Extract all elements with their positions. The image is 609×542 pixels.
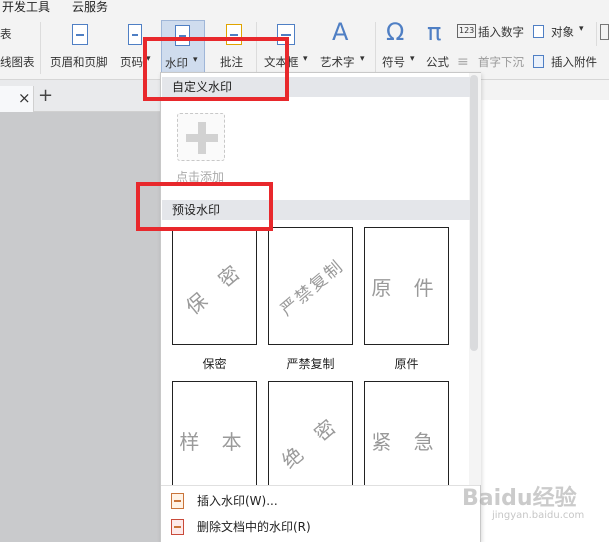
symbol-dropdown-icon: ▾ <box>410 54 415 64</box>
preset-watermark-card[interactable]: 严禁复制 <box>268 227 353 345</box>
highlight-box-watermark <box>143 37 289 101</box>
preset-watermark-card[interactable]: 绝 密 <box>268 381 353 499</box>
ribbon-separator <box>40 22 41 74</box>
preset-watermark-caption: 原件 <box>394 357 419 371</box>
ribbon-left-cut-top[interactable]: 表 <box>0 26 12 42</box>
preset-watermark-text: 严禁复制 <box>276 255 348 321</box>
omega-icon: Ω <box>386 18 405 46</box>
baidu-logo: Baidu经验 <box>462 486 577 511</box>
preset-watermark-text: 原 件 <box>371 275 442 300</box>
formula-button[interactable]: π 公式 <box>424 18 454 74</box>
add-tab-icon[interactable]: + <box>38 85 53 106</box>
object-dropdown-icon: ▾ <box>579 24 584 34</box>
symbol-button[interactable]: Ω 符号 ▾ <box>380 18 420 74</box>
ribbon-separator <box>375 22 376 74</box>
wordart-dropdown-icon: ▾ <box>360 54 365 64</box>
workspace-background <box>0 112 160 542</box>
object-label: 对象 <box>551 25 574 39</box>
insert-number-label: 插入数字 <box>478 25 524 39</box>
insert-watermark-menu-item[interactable]: 插入水印(W)... <box>171 491 278 511</box>
object-button[interactable]: 对象 ▾ <box>533 24 593 42</box>
preset-watermark-text: 绝 密 <box>276 409 347 473</box>
preset-watermark-card[interactable]: 样 本 <box>172 381 257 499</box>
insert-attachment-label: 插入附件 <box>551 55 597 69</box>
scrollbar-thumb[interactable] <box>470 75 478 351</box>
header-footer-icon <box>72 24 88 45</box>
page-number-icon <box>128 24 142 45</box>
ribbon-left-cut-bottom[interactable]: 线图表 <box>0 54 35 70</box>
watermark-dropdown-panel: 自定义水印 点击添加 预设水印 保 密 保密 严禁复制 严禁复制 原 件 原件 … <box>160 72 481 542</box>
delete-watermark-label: 删除文档中的水印(R) <box>197 520 311 534</box>
menu-developer-tools[interactable]: 开发工具 <box>2 0 50 14</box>
document-tab[interactable]: × <box>0 86 34 112</box>
preset-watermark-caption: 保密 <box>202 357 227 371</box>
formula-label: 公式 <box>426 55 449 69</box>
preset-watermark-caption: 严禁复制 <box>286 357 335 371</box>
document-page[interactable] <box>480 100 609 542</box>
add-custom-watermark-button[interactable] <box>177 113 225 161</box>
attachment-icon <box>533 55 544 68</box>
pi-icon: π <box>427 18 442 46</box>
drop-cap-label: 首字下沉 <box>478 55 524 69</box>
document-tab-strip: × + <box>0 80 160 112</box>
highlight-box-preset <box>136 182 273 231</box>
preset-watermark-text: 样 本 <box>179 429 250 454</box>
page-number-label: 页码 <box>120 55 143 69</box>
number-icon: 123 <box>457 24 477 38</box>
preset-watermark-text: 紧 急 <box>371 429 442 454</box>
drop-cap-button: ≡ 首字下沉 <box>457 54 529 72</box>
insert-attachment-button[interactable]: 插入附件 <box>533 54 609 72</box>
header-footer-button[interactable]: 页眉和页脚 <box>50 22 112 74</box>
preset-watermark-card[interactable]: 原 件 <box>364 227 449 345</box>
preset-watermark-card[interactable]: 紧 急 <box>364 381 449 499</box>
delete-watermark-icon <box>171 519 184 535</box>
close-tab-icon[interactable]: × <box>18 89 31 107</box>
textbox-dropdown-icon: ▾ <box>303 54 308 64</box>
menu-cloud-service[interactable]: 云服务 <box>72 0 108 14</box>
insert-number-button[interactable]: 123 插入数字 <box>457 24 529 42</box>
insert-watermark-label: 插入水印(W)... <box>197 494 278 508</box>
header-footer-label: 页眉和页脚 <box>50 55 108 69</box>
wordart-label: 艺术字 <box>320 55 355 69</box>
ribbon-extension <box>480 80 609 100</box>
delete-watermark-menu-item[interactable]: 删除文档中的水印(R) <box>171 517 311 537</box>
ribbon-separator <box>596 22 597 46</box>
baidu-url: jingyan.baidu.com <box>492 510 585 521</box>
preset-watermark-card[interactable]: 保 密 <box>172 227 257 345</box>
ribbon-toolbar: 表 线图表 页眉和页脚 页码 ▾ 水印 ▾ 批注 文本框 ▾ A 艺术字 ▾ Ω… <box>0 16 609 80</box>
drop-cap-icon: ≡ <box>457 54 469 70</box>
panel-footer: 插入水印(W)... 删除文档中的水印(R) <box>161 485 480 542</box>
object-icon <box>533 25 544 38</box>
menu-bar: 开发工具 云服务 <box>0 0 609 16</box>
wordart-button[interactable]: A 艺术字 ▾ <box>320 18 370 74</box>
more-icon[interactable] <box>600 24 609 40</box>
wordart-icon: A <box>332 18 349 46</box>
preset-watermark-text: 保 密 <box>180 255 251 319</box>
symbol-label: 符号 <box>382 55 405 69</box>
insert-watermark-icon <box>171 493 184 509</box>
